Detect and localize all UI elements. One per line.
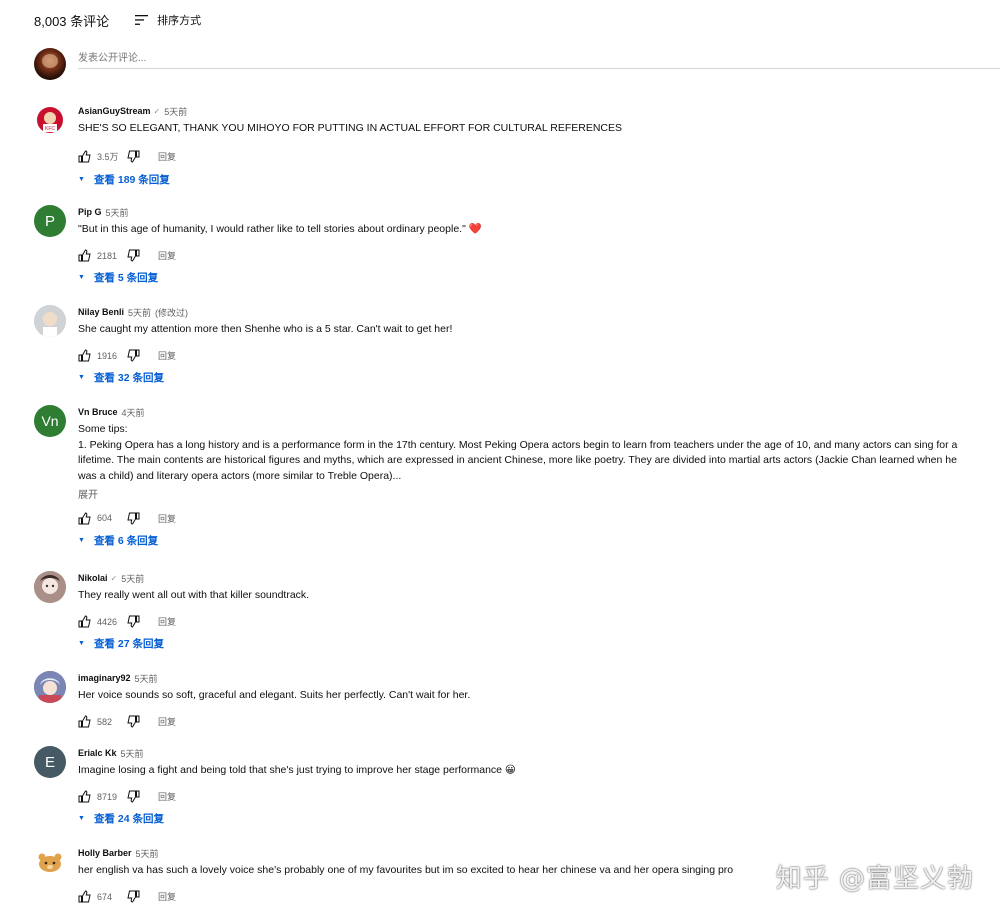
dislike-icon[interactable]: [127, 715, 140, 728]
dislike-icon[interactable]: [127, 790, 140, 803]
like-count: 674: [97, 891, 113, 902]
reply-button[interactable]: 回复: [158, 249, 176, 262]
sort-button[interactable]: 排序方式: [135, 12, 201, 28]
caret-down-icon: ▼: [78, 536, 85, 544]
comment-time[interactable]: 5天前: [106, 206, 129, 219]
avatar[interactable]: E: [34, 746, 66, 778]
comment-time[interactable]: 5天前: [164, 105, 187, 118]
comment-text: "But in this age of humanity, I would ra…: [78, 223, 482, 235]
like-count: 8719: [97, 791, 118, 802]
comment-time[interactable]: 5天前: [121, 747, 144, 760]
view-replies-button[interactable]: ▼ 查看 189 条回复: [78, 173, 1000, 187]
dislike-icon[interactable]: [127, 512, 140, 525]
like-icon[interactable]: [78, 715, 91, 728]
comments-header: 8,003 条评论 排序方式: [34, 10, 201, 30]
reply-button[interactable]: 回复: [158, 715, 176, 728]
caret-down-icon: ▼: [78, 176, 85, 183]
like-count: 1916: [97, 350, 118, 361]
like-count: 2181: [97, 250, 118, 261]
author-name[interactable]: Holly Barber: [78, 848, 132, 858]
avatar-letter: E: [44, 753, 55, 771]
like-count: 3.5万: [97, 152, 119, 162]
view-replies-label: 查看 6 条回复: [93, 534, 159, 547]
sort-label: 排序方式: [157, 15, 202, 27]
verified-icon: ✓: [153, 106, 161, 116]
caret-down-icon: ▼: [78, 815, 85, 822]
reply-button[interactable]: 回复: [158, 890, 176, 903]
author-name[interactable]: Erialc Kk: [78, 748, 117, 758]
like-count: 604: [97, 513, 113, 523]
comment-input[interactable]: [78, 48, 1000, 69]
dislike-icon[interactable]: [127, 615, 140, 628]
verified-icon: ✓: [110, 573, 118, 583]
view-replies-label: 查看 27 条回复: [93, 638, 164, 650]
like-count: 4426: [97, 616, 118, 627]
like-icon[interactable]: [78, 615, 91, 628]
comment-text: She caught my attention more then Shenhe…: [78, 323, 453, 335]
svg-text:KFC: KFC: [45, 126, 55, 132]
view-replies-button[interactable]: ▼ 查看 24 条回复: [78, 812, 1000, 826]
reply-button[interactable]: 回复: [158, 615, 176, 628]
comment-time[interactable]: 4天前: [122, 406, 145, 419]
comment-time[interactable]: 5天前: [135, 672, 158, 685]
comment-time[interactable]: 5天前: [121, 572, 144, 585]
view-replies-label: 查看 5 条回复: [93, 272, 159, 284]
author-name[interactable]: imaginary92: [78, 673, 131, 683]
reply-button[interactable]: 回复: [158, 349, 176, 362]
avatar[interactable]: P: [34, 205, 66, 237]
comment-time[interactable]: 5天前: [128, 306, 151, 319]
avatar-letter: P: [44, 212, 55, 230]
avatar[interactable]: [34, 671, 66, 703]
comment-time[interactable]: 5天前: [136, 847, 159, 860]
comment-compose: [34, 48, 1000, 80]
view-replies-label: 查看 189 条回复: [93, 174, 170, 186]
dislike-icon[interactable]: [127, 249, 140, 262]
dislike-icon[interactable]: [127, 890, 140, 903]
comment-text: SHE'S SO ELEGANT, THANK YOU MIHOYO FOR P…: [78, 122, 623, 134]
dislike-icon[interactable]: [127, 150, 140, 163]
avatar[interactable]: Vn: [34, 405, 66, 437]
zhihu-watermark: 知乎 @富坚义勃: [775, 864, 974, 894]
view-replies-button[interactable]: ▼ 查看 5 条回复: [78, 271, 1000, 285]
sort-icon: [135, 15, 149, 25]
my-avatar: [34, 48, 66, 80]
like-icon[interactable]: [78, 249, 91, 262]
like-icon[interactable]: [78, 790, 91, 803]
like-icon[interactable]: [78, 150, 91, 163]
like-count: 582: [97, 716, 113, 727]
view-replies-button[interactable]: ▼ 查看 6 条回复: [78, 533, 1000, 547]
author-name[interactable]: Nilay Benli: [78, 307, 124, 317]
author-name[interactable]: AsianGuyStream: [78, 106, 151, 116]
caret-down-icon: ▼: [78, 374, 85, 381]
avatar[interactable]: [34, 846, 66, 878]
comment-text: Her voice sounds so soft, graceful and e…: [78, 689, 471, 701]
reply-button[interactable]: 回复: [158, 512, 176, 525]
view-replies-label: 查看 24 条回复: [93, 813, 164, 825]
edited-label: (修改过): [155, 307, 189, 318]
like-icon[interactable]: [78, 511, 91, 525]
dislike-icon[interactable]: [127, 349, 140, 362]
view-replies-label: 查看 32 条回复: [93, 372, 164, 384]
caret-down-icon: ▼: [78, 274, 85, 281]
avatar-letter: Vn: [41, 413, 59, 429]
avatar[interactable]: [34, 305, 66, 337]
view-replies-button[interactable]: ▼ 查看 27 条回复: [78, 637, 1000, 651]
avatar[interactable]: KFC: [34, 104, 66, 136]
view-replies-button[interactable]: ▼ 查看 32 条回复: [78, 371, 1000, 385]
comment-text: Some tips: 1. Peking Opera has a long hi…: [78, 423, 958, 482]
comment-count: 8,003 条评论: [34, 13, 110, 29]
expand-button[interactable]: 展开: [78, 486, 1000, 501]
author-name[interactable]: Nikolai: [78, 573, 108, 583]
comment-text: They really went all out with that kille…: [78, 589, 310, 601]
like-icon[interactable]: [78, 890, 91, 903]
author-name[interactable]: Pip G: [78, 207, 102, 217]
caret-down-icon: ▼: [78, 640, 85, 647]
comment-text: Imagine losing a fight and being told th…: [78, 764, 516, 776]
reply-button[interactable]: 回复: [158, 790, 176, 803]
avatar[interactable]: [34, 571, 66, 603]
like-icon[interactable]: [78, 349, 91, 362]
author-name[interactable]: Vn Bruce: [78, 407, 118, 417]
reply-button[interactable]: 回复: [158, 150, 176, 163]
